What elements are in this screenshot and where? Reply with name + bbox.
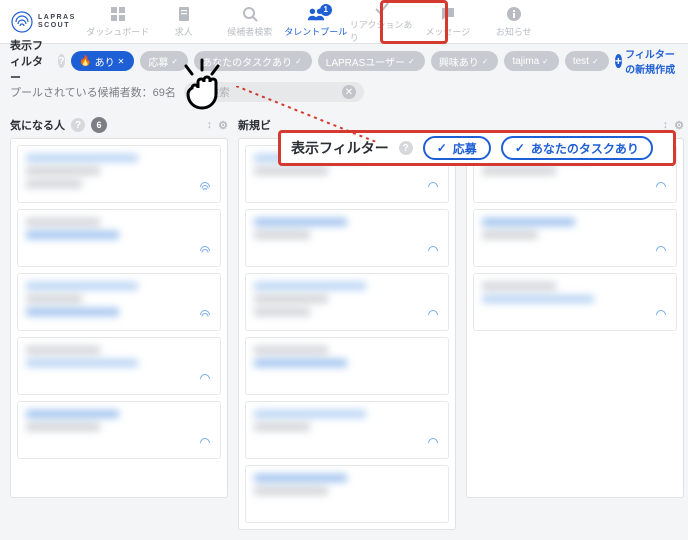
nav-messages[interactable]: メッセージ <box>416 0 480 44</box>
column-new: 新規ビ <box>238 112 456 530</box>
pool-row: プールされている候補者数：69名 検索 ✕ <box>0 78 688 106</box>
nav-talentpool[interactable]: 1タレントプール <box>284 0 348 44</box>
search-input[interactable]: 検索 ✕ <box>184 82 364 102</box>
fingerprint-icon <box>196 178 214 196</box>
filter-label: 表示フィルター <box>10 37 52 85</box>
fingerprint-icon <box>652 178 670 196</box>
fingerprint-icon <box>652 306 670 324</box>
check-icon <box>373 0 391 16</box>
help-icon: ? <box>399 141 413 155</box>
column-interested: 気になる人 ? 6 ↕⚙ <box>10 112 228 530</box>
check-icon: ✓ <box>437 141 447 155</box>
callout-title: 表示フィルター <box>291 138 389 158</box>
fingerprint-icon <box>424 434 442 452</box>
brand-line1: LAPRAS <box>38 14 76 22</box>
brand-logo: LAPRASSCOUT <box>10 10 76 34</box>
candidate-card[interactable] <box>17 273 221 331</box>
fingerprint-icon <box>424 306 442 324</box>
fingerprint-icon <box>196 306 214 324</box>
help-icon[interactable]: ? <box>71 118 85 132</box>
annotation-callout: 表示フィルター ? ✓応募 ✓あなたのタスクあり <box>278 130 676 166</box>
candidate-card[interactable] <box>245 401 449 459</box>
clear-search-icon[interactable]: ✕ <box>342 85 356 99</box>
search-icon <box>241 5 259 23</box>
fingerprint-icon <box>196 370 214 388</box>
fingerprint-icon <box>10 10 34 34</box>
chip-flame[interactable]: 🔥あり✕ <box>71 51 134 71</box>
brand-line2: SCOUT <box>38 22 76 30</box>
nav-jobs[interactable]: 求人 <box>152 0 216 44</box>
info-icon <box>505 5 523 23</box>
candidate-card[interactable] <box>473 273 677 331</box>
candidate-card[interactable] <box>17 145 221 203</box>
chip-your-task[interactable]: あなたのタスクあり✓ <box>194 51 312 71</box>
nav-dashboard[interactable]: ダッシュボード <box>86 0 150 44</box>
card-list <box>238 138 456 530</box>
chip-lapras-user[interactable]: LAPRASユーザー✓ <box>318 51 425 71</box>
chip-interest[interactable]: 興味あり✓ <box>431 51 499 71</box>
candidate-card[interactable] <box>245 209 449 267</box>
search-icon <box>192 86 204 98</box>
column-header: 気になる人 ? 6 ↕⚙ <box>10 112 228 138</box>
fingerprint-icon <box>424 242 442 260</box>
grid-icon <box>109 5 127 23</box>
chip-apply[interactable]: 応募✓ <box>140 51 188 71</box>
chip-tajima[interactable]: tajima✓ <box>504 51 558 71</box>
fingerprint-icon <box>196 434 214 452</box>
filter-bar: 表示フィルター ? 🔥あり✕ 応募✓ あなたのタスクあり✓ LAPRASユーザー… <box>0 44 688 78</box>
search-placeholder: 検索 <box>208 84 230 100</box>
candidate-card[interactable] <box>17 209 221 267</box>
add-filter-button[interactable]: +フィルターの新規作成 <box>615 46 678 76</box>
card-list <box>10 138 228 498</box>
candidate-card[interactable] <box>245 337 449 395</box>
candidate-card[interactable] <box>245 273 449 331</box>
nav-reaction[interactable]: リアクションあり <box>350 0 414 44</box>
fingerprint-icon <box>652 242 670 260</box>
fingerprint-icon <box>424 178 442 196</box>
gear-icon[interactable]: ⚙ <box>218 119 228 132</box>
doc-icon <box>175 5 193 23</box>
plus-icon: + <box>615 54 622 68</box>
sort-icon[interactable]: ↕ <box>207 119 213 132</box>
callout-pill-apply: ✓応募 <box>423 136 491 160</box>
candidate-card[interactable] <box>17 337 221 395</box>
column-3: ↕⚙ <box>466 112 684 530</box>
candidate-card[interactable] <box>473 209 677 267</box>
candidate-card[interactable] <box>17 401 221 459</box>
card-list <box>466 138 684 498</box>
pool-count: プールされている候補者数：69名 <box>10 84 176 100</box>
top-nav: LAPRASSCOUT ダッシュボード 求人 候補者検索 1タレントプール リア… <box>0 0 688 44</box>
nav-badge: 1 <box>320 4 332 16</box>
callout-pill-task: ✓あなたのタスクあり <box>501 136 653 160</box>
bubble-icon <box>439 5 457 23</box>
help-icon[interactable]: ? <box>58 54 66 68</box>
column-count: 6 <box>91 117 107 133</box>
gear-icon[interactable]: ⚙ <box>674 119 684 132</box>
check-icon: ✓ <box>515 141 525 155</box>
chip-test[interactable]: test✓ <box>565 51 609 71</box>
candidate-card[interactable] <box>245 465 449 523</box>
nav-search[interactable]: 候補者検索 <box>218 0 282 44</box>
nav-notifications[interactable]: お知らせ <box>482 0 546 44</box>
kanban-board: 気になる人 ? 6 ↕⚙ 新規ビ ↕⚙ <box>0 106 688 540</box>
flame-icon: 🔥 <box>79 56 91 67</box>
fingerprint-icon <box>196 242 214 260</box>
